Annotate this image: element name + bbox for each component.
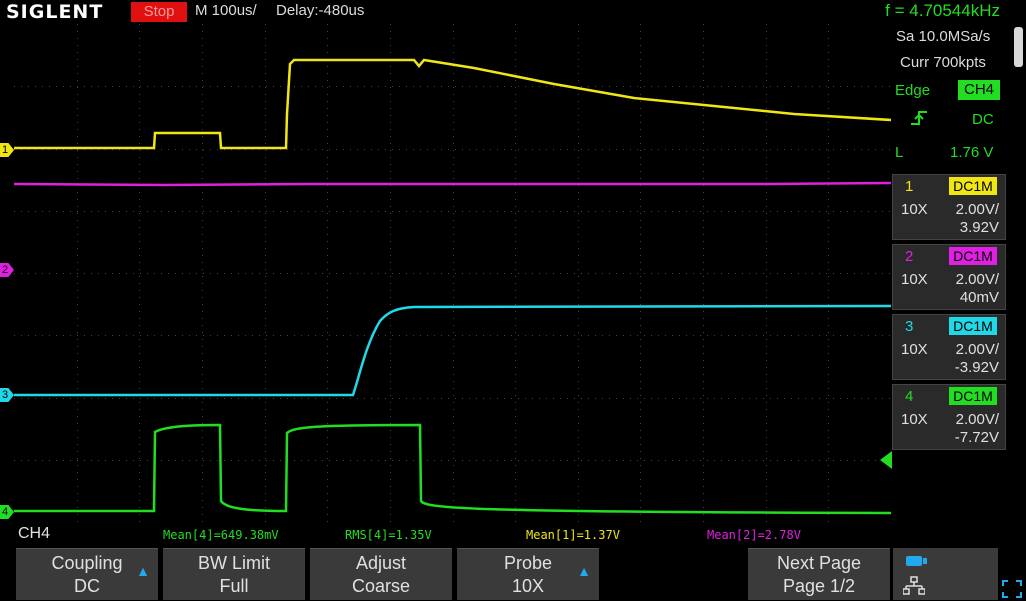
arrow-up-icon: ▲ [136,563,150,579]
memory-depth: Curr 700kpts [900,54,986,71]
brand-logo: SIGLENT [6,1,104,23]
channel-4-ground-marker[interactable]: 4 [0,505,14,519]
panel-scrollbar[interactable] [1014,27,1023,67]
channel-probe: 10X [901,271,928,288]
channel-offset: 3.92V [959,219,999,236]
channel-scale: 2.00V/ [955,201,999,218]
channel-coupling-badge: DC1M [949,247,997,265]
channel-1-info[interactable]: 1 DC1M 10X 2.00V/ 3.92V [892,174,1006,240]
ch3-trace [14,304,891,397]
softkey-value: DC [74,576,100,596]
top-status-bar: SIGLENT Stop M 100us/ Delay:-480us f = 4… [0,0,1026,24]
frequency-counter: f = 4.70544kHz [885,1,1000,20]
channel-3-info[interactable]: 3 DC1M 10X 2.00V/ -3.92V [892,314,1006,380]
channel-number: 1 [905,178,914,195]
measurement-rms-4: RMS[4]=1.35V [345,528,432,542]
softkey-label: Next Page [776,553,862,573]
trigger-coupling: DC [972,111,994,128]
measurement-bar: CH4 Mean[4]=649.38mV RMS[4]=1.35V Mean[1… [0,524,1026,546]
measurement-mean-4: Mean[4]=649.38mV [163,528,279,542]
channel-scale: 2.00V/ [955,411,999,428]
channel-number: 2 [905,248,914,265]
channel-scale: 2.00V/ [955,271,999,288]
channel-probe: 10X [901,411,928,428]
channel-2-info[interactable]: 2 DC1M 10X 2.00V/ 40mV [892,244,1006,310]
channel-3-ground-marker[interactable]: 3 [0,388,14,402]
softkey-value: Full [219,576,249,596]
channel-number: 3 [905,318,914,335]
ch2-trace [14,181,891,187]
softkey-label: Adjust [355,553,407,573]
adjust-softkey[interactable]: Adjust Coarse [310,548,452,600]
bw-limit-softkey[interactable]: BW Limit Full [163,548,305,600]
channel-4-info[interactable]: 4 DC1M 10X 2.00V/ -7.72V [892,384,1006,450]
probe-softkey[interactable]: Probe 10X ▲ [457,548,599,600]
channel-coupling-badge: DC1M [949,387,997,405]
channel-coupling-badge: DC1M [949,177,997,195]
channel-offset: 40mV [959,289,999,306]
channel-probe: 10X [901,341,928,358]
coupling-softkey[interactable]: Coupling DC ▲ [16,548,158,600]
rising-edge-icon [911,111,927,125]
channel-1-ground-marker[interactable]: 1 [0,143,14,157]
next-page-softkey[interactable]: Next Page Page 1/2 [748,548,890,600]
channel-2-ground-marker[interactable]: 2 [0,263,14,277]
sample-rate: Sa 10.0MSa/s [896,28,991,45]
channel-offset: -3.92V [954,359,999,376]
waveform-display[interactable] [14,24,891,522]
trigger-type: Edge [895,82,931,99]
channel-probe: 10X [901,201,928,218]
fullscreen-icon[interactable] [1002,580,1022,598]
system-icons-area [893,548,998,600]
measurement-mean-1: Mean[1]=1.37V [526,528,620,542]
network-icon[interactable] [903,576,925,596]
ch4-trace [14,423,891,515]
channel-coupling-badge: DC1M [949,317,997,335]
delay-readout: Delay:-480us [276,2,365,19]
timebase-readout: M 100us/ [195,2,257,19]
trigger-level-marker-icon[interactable] [880,451,892,469]
channel-number: 4 [905,388,914,405]
run-stop-indicator[interactable]: Stop [131,2,187,22]
softkey-label: BW Limit [198,553,270,573]
softkey-value: Coarse [351,576,411,596]
softkey-value: Page 1/2 [782,576,856,596]
channel-scale: 2.00V/ [955,341,999,358]
arrow-up-icon: ▲ [577,563,591,579]
channel-offset: -7.72V [954,429,999,446]
trigger-source: CH4 [958,80,1000,100]
waveform-canvas [14,24,891,522]
trigger-level: 1.76 V [950,144,994,161]
ch1-trace [14,58,891,150]
softkey-bar: Coupling DC ▲ BW Limit Full Adjust Coars… [0,546,1026,601]
usb-icon[interactable] [905,554,929,568]
trigger-level-label: L [895,144,904,161]
menu-channel-label: CH4 [18,525,51,542]
measurement-mean-2: Mean[2]=2.78V [707,528,801,542]
softkey-value: 10X [511,576,545,596]
